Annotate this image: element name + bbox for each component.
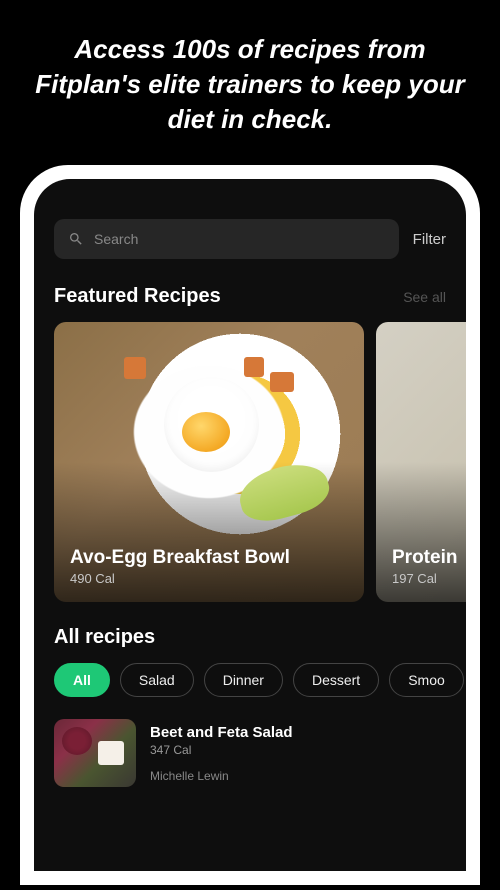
recipe-card-calories: 490 Cal xyxy=(70,571,348,586)
recipe-name: Beet and Feta Salad xyxy=(150,724,446,741)
see-all-link[interactable]: See all xyxy=(403,289,446,305)
filter-button[interactable]: Filter xyxy=(413,231,446,248)
featured-title: Featured Recipes xyxy=(54,285,221,308)
category-chips[interactable]: All Salad Dinner Dessert Smoo xyxy=(34,663,466,715)
food-decoration xyxy=(244,357,264,377)
promo-headline: Access 100s of recipes from Fitplan's el… xyxy=(0,0,500,165)
app-screen: Search Filter Featured Recipes See all A… xyxy=(34,179,466,871)
recipe-thumbnail xyxy=(54,719,136,787)
chip-dinner[interactable]: Dinner xyxy=(204,663,283,697)
search-placeholder: Search xyxy=(94,231,138,247)
chip-dessert[interactable]: Dessert xyxy=(293,663,379,697)
recipe-card-title: Protein xyxy=(392,547,466,569)
featured-header: Featured Recipes See all xyxy=(34,277,466,322)
search-icon xyxy=(68,231,84,247)
phone-frame: Search Filter Featured Recipes See all A… xyxy=(20,165,480,885)
recipe-card-title: Avo-Egg Breakfast Bowl xyxy=(70,547,348,569)
food-decoration xyxy=(270,372,294,392)
all-recipes-header: All recipes xyxy=(34,602,466,663)
chip-smoothie[interactable]: Smoo xyxy=(389,663,464,697)
recipe-card-calories: 197 Cal xyxy=(392,571,466,586)
all-recipes-title: All recipes xyxy=(54,626,155,648)
featured-card[interactable]: Protein 197 Cal xyxy=(376,322,466,602)
food-decoration xyxy=(182,412,230,452)
recipe-author: Michelle Lewin xyxy=(150,769,446,783)
recipe-info: Beet and Feta Salad 347 Cal Michelle Lew… xyxy=(150,724,446,783)
search-input[interactable]: Search xyxy=(54,219,399,259)
recipe-calories: 347 Cal xyxy=(150,743,446,757)
chip-all[interactable]: All xyxy=(54,663,110,697)
search-row: Search Filter xyxy=(34,219,466,277)
chip-salad[interactable]: Salad xyxy=(120,663,194,697)
recipe-list-item[interactable]: Beet and Feta Salad 347 Cal Michelle Lew… xyxy=(34,715,466,791)
food-decoration xyxy=(234,456,334,528)
food-decoration xyxy=(124,357,146,379)
featured-carousel[interactable]: Avo-Egg Breakfast Bowl 490 Cal Protein 1… xyxy=(34,322,466,602)
featured-card[interactable]: Avo-Egg Breakfast Bowl 490 Cal xyxy=(54,322,364,602)
